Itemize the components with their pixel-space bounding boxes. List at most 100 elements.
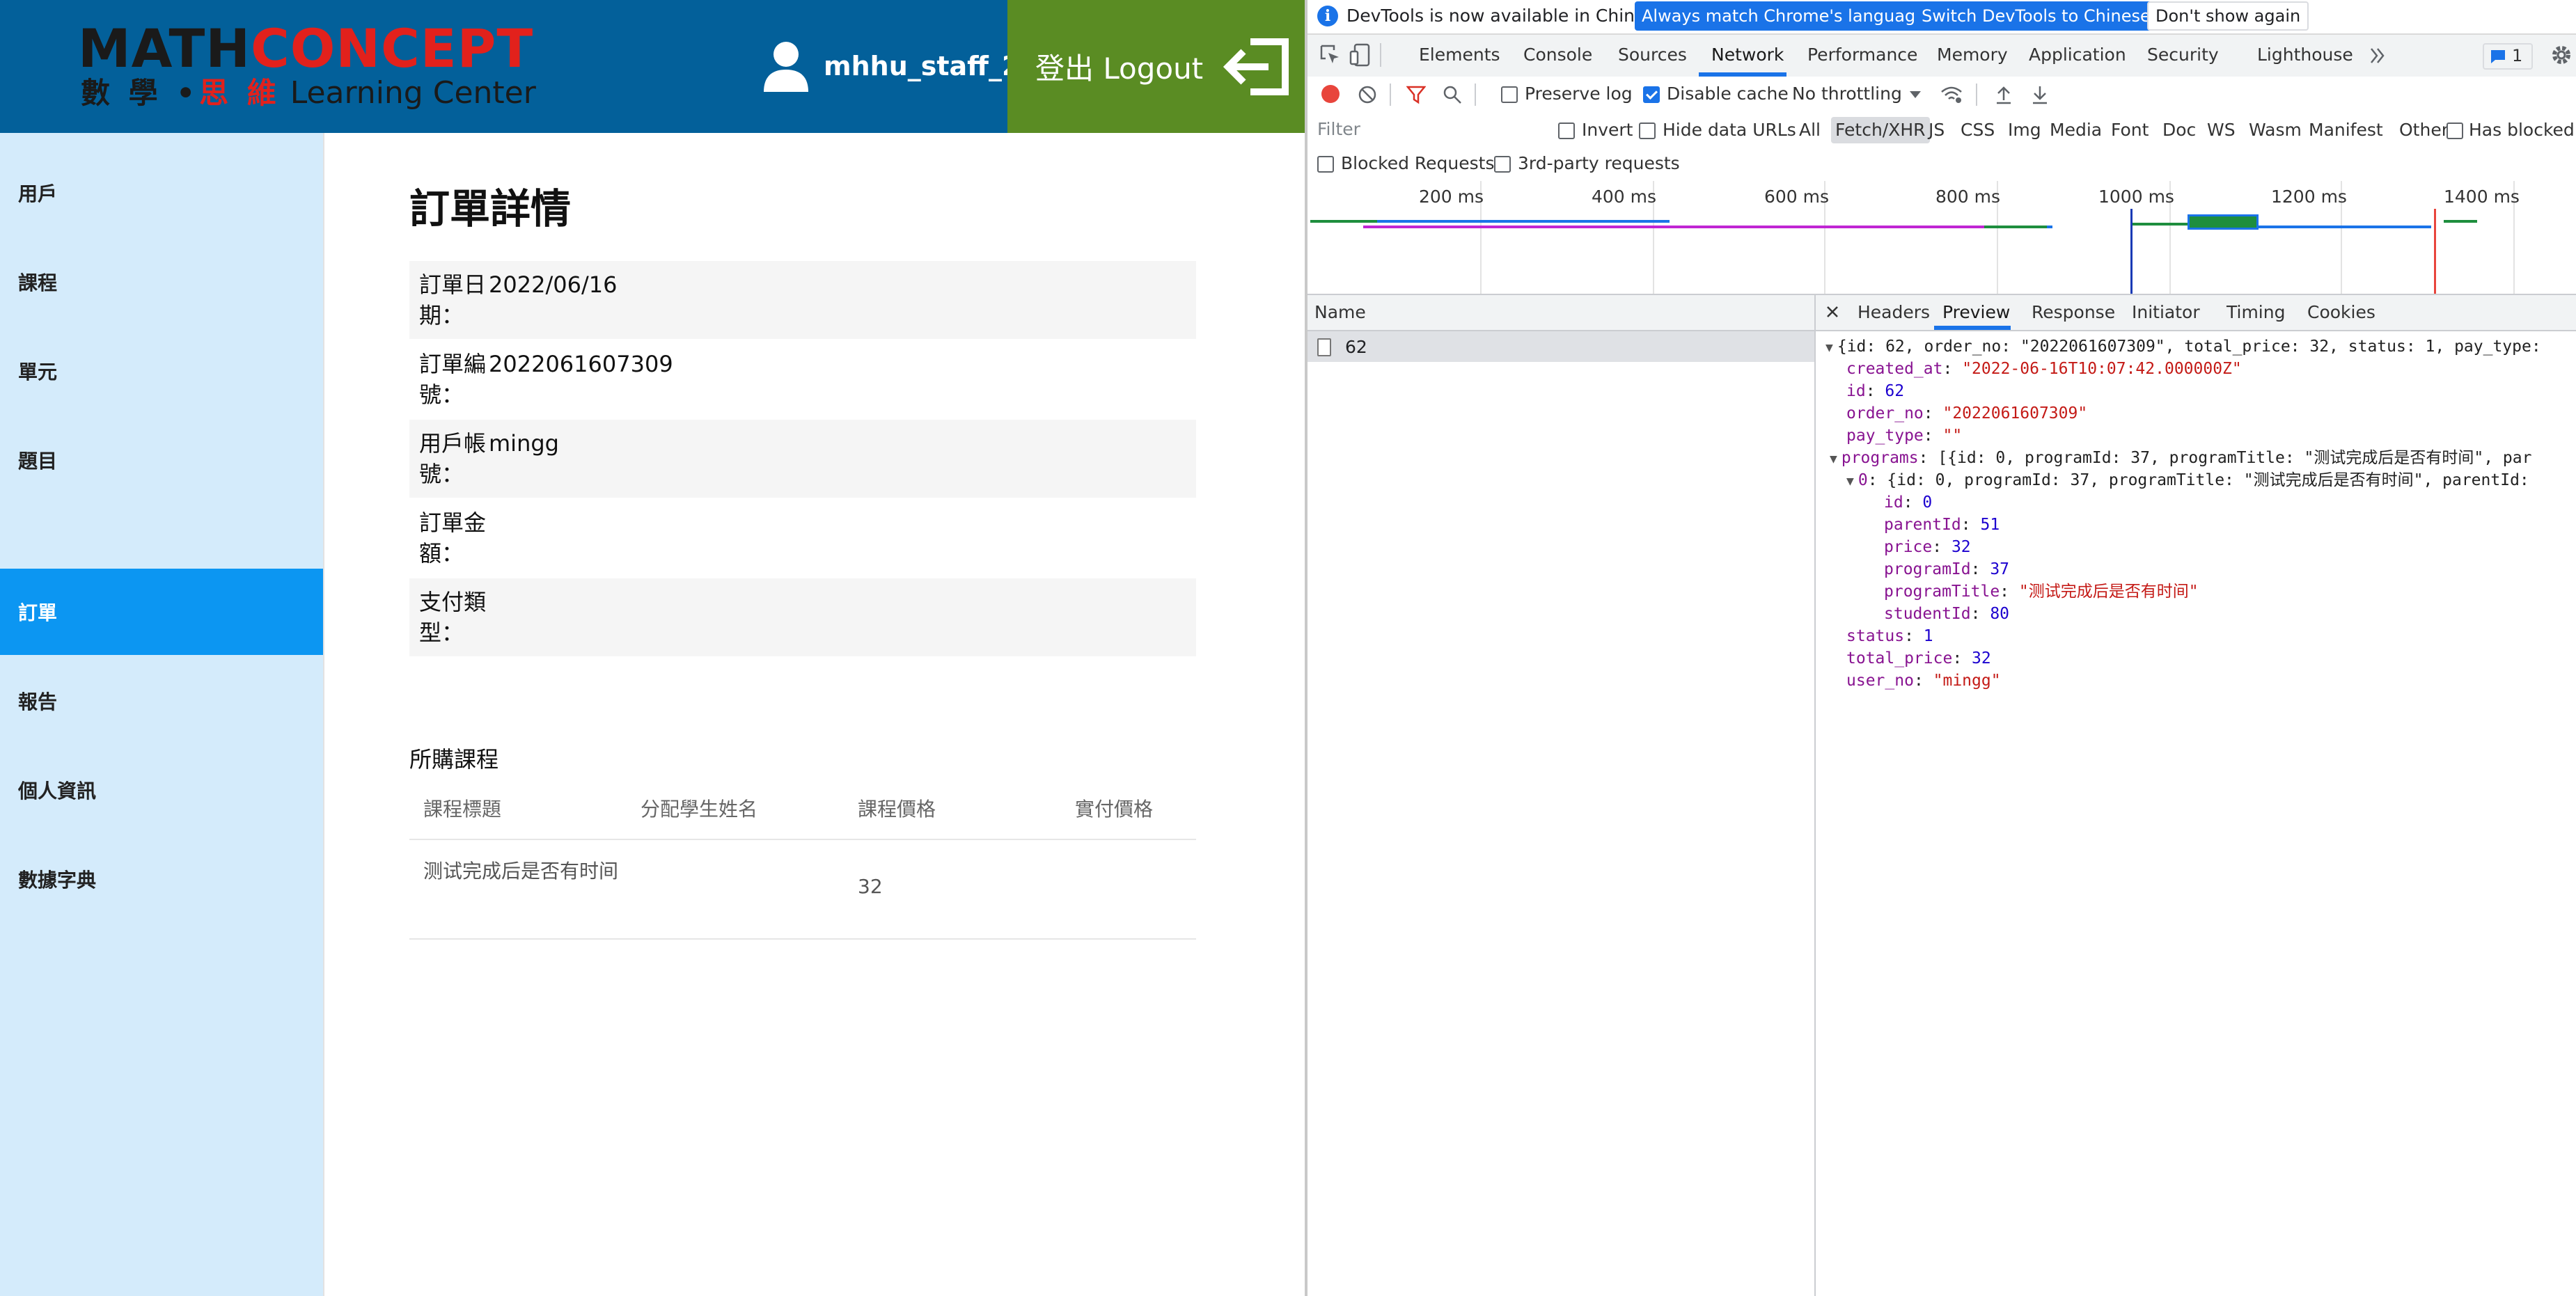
close-icon[interactable] <box>1825 305 1839 319</box>
sidebar-item-users[interactable]: 用戶 <box>0 150 323 236</box>
detail-tab-initiator[interactable]: Initiator <box>2132 302 2200 322</box>
tab-lighthouse[interactable]: Lighthouse <box>2257 45 2353 65</box>
switch-language-button[interactable]: Switch DevTools to Chinese <box>1915 1 2158 31</box>
clear-icon[interactable] <box>1358 85 1377 104</box>
detail-tab-headers[interactable]: Headers <box>1858 302 1930 322</box>
logout-button[interactable]: 登出 Logout <box>1007 0 1305 133</box>
field-value: 2022/06/16 <box>489 271 618 298</box>
disable-cache-label: Disable cache <box>1667 84 1789 104</box>
username-label: mhhu_staff_2 <box>824 51 1021 81</box>
detail-tab-preview[interactable]: Preview <box>1942 302 2010 322</box>
json-program-0[interactable]: ▼ 0: {id: 0, programId: 37, programTitle:… <box>1846 469 2529 491</box>
request-row[interactable]: 62 <box>1307 331 1814 362</box>
invert-label: Invert <box>1582 120 1633 140</box>
sidebar-item-courses[interactable]: 課程 <box>0 239 323 325</box>
throttling-select[interactable]: No throttling <box>1792 84 1902 104</box>
filter-type-font[interactable]: Font <box>2107 117 2153 143</box>
sidebar-item-orders[interactable]: 訂單 <box>0 569 323 655</box>
filter-type-media[interactable]: Media <box>2045 117 2106 143</box>
devtools-tab-bar: Elements Console Sources Network Perform… <box>1307 35 2576 78</box>
sidebar-item-questions[interactable]: 題目 <box>0 417 323 503</box>
tab-sources[interactable]: Sources <box>1618 45 1687 65</box>
field-label: 訂單日期： <box>419 271 487 329</box>
more-tabs-icon[interactable] <box>2370 47 2385 64</box>
detail-tab-response[interactable]: Response <box>2032 302 2115 322</box>
dont-show-again-button[interactable]: Don't show again <box>2147 1 2309 31</box>
sidebar-item-label: 報告 <box>18 690 58 713</box>
sidebar-item-profile[interactable]: 個人資訊 <box>0 747 323 833</box>
filter-type-all[interactable]: All <box>1795 117 1825 143</box>
request-list-header: Name <box>1307 295 1814 331</box>
filter-type-ws[interactable]: WS <box>2203 117 2240 143</box>
hide-data-urls-checkbox[interactable] <box>1639 123 1656 139</box>
settings-gear-icon[interactable] <box>2550 43 2573 67</box>
issues-badge[interactable]: 1 <box>2483 43 2533 70</box>
order-number-row: 訂單編號： 2022061607309 <box>409 340 1196 418</box>
timeline-bar <box>1310 220 1377 223</box>
sidebar-nav: 用戶 課程 單元 題目 訂單 報告 個人資訊 數據字典 <box>0 133 323 1296</box>
timeline-bar <box>1984 226 2047 228</box>
network-conditions-icon[interactable] <box>1940 85 1963 104</box>
logo-wordmark: MATHCONCEPT <box>78 19 533 78</box>
filter-type-doc[interactable]: Doc <box>2158 117 2200 143</box>
expand-triangle-icon: ▼ <box>1825 340 1833 355</box>
timeline-tick: 400 ms <box>1592 187 1657 207</box>
user-account[interactable]: mhhu_staff_2 <box>762 35 1020 97</box>
sidebar-item-dictionary[interactable]: 數據字典 <box>0 836 323 922</box>
detail-tab-cookies[interactable]: Cookies <box>2307 302 2375 322</box>
json-status: status: 1 <box>1846 627 1933 645</box>
math-concept-logo[interactable]: MATHCONCEPT 數 學 •思 維 Learning Center <box>78 19 536 117</box>
match-language-button[interactable]: Always match Chrome's language <box>1635 1 1933 31</box>
preserve-log-checkbox[interactable] <box>1501 86 1518 103</box>
filter-type-fetch-xhr[interactable]: Fetch/XHR <box>1831 117 1930 143</box>
tab-application[interactable]: Application <box>2029 45 2126 65</box>
disable-cache-checkbox[interactable] <box>1643 86 1660 103</box>
filter-type-img[interactable]: Img <box>2004 117 2045 143</box>
blocked-requests-label: Blocked Requests <box>1341 153 1495 173</box>
device-toolbar-icon[interactable] <box>1349 43 1372 67</box>
filter-type-other[interactable]: Other <box>2395 117 2453 143</box>
filter-input[interactable]: Filter <box>1314 117 1540 142</box>
logo-word-concept: CONCEPT <box>251 17 534 79</box>
name-column-header[interactable]: Name <box>1314 302 1366 322</box>
json-program-price: price: 32 <box>1884 538 1971 556</box>
tab-elements[interactable]: Elements <box>1419 45 1500 65</box>
json-programs[interactable]: ▼ programs: [{id: 0, programId: 37, progr… <box>1830 447 2531 469</box>
timeline-bar <box>2444 220 2477 223</box>
sidebar-item-label: 數據字典 <box>18 869 97 892</box>
dom-content-loaded-marker <box>2130 209 2133 294</box>
blocked-requests-checkbox[interactable] <box>1317 156 1334 173</box>
inspect-element-icon[interactable] <box>1320 45 1341 65</box>
toolbar-divider <box>1976 84 1977 106</box>
import-har-icon[interactable] <box>1995 85 2012 104</box>
json-root-summary[interactable]: ▼ {id: 62, order_no: "2022061607309", tot… <box>1825 335 2541 358</box>
detail-tab-timing[interactable]: Timing <box>2226 302 2285 322</box>
tab-console[interactable]: Console <box>1523 45 1592 65</box>
third-party-checkbox[interactable] <box>1494 156 1511 173</box>
filter-type-manifest[interactable]: Manifest <box>2304 117 2387 143</box>
record-icon[interactable] <box>1321 85 1340 103</box>
table-cell-price: 32 <box>858 875 883 898</box>
search-icon[interactable] <box>1443 85 1462 104</box>
logo-subtitle: 數 學 •思 維 Learning Center <box>81 74 536 113</box>
filter-type-wasm[interactable]: Wasm <box>2245 117 2306 143</box>
sidebar-item-reports[interactable]: 報告 <box>0 658 323 744</box>
tab-performance[interactable]: Performance <box>1807 45 1917 65</box>
tab-memory[interactable]: Memory <box>1937 45 2008 65</box>
timeline-tick: 800 ms <box>1935 187 2001 207</box>
filter-type-js[interactable]: JS <box>1924 117 1949 143</box>
json-user-no: user_no: "mingg" <box>1846 672 2001 690</box>
has-blocked-checkbox[interactable] <box>2447 123 2463 139</box>
filter-icon[interactable] <box>1406 85 1426 104</box>
sidebar-item-units[interactable]: 單元 <box>0 328 323 414</box>
invert-checkbox[interactable] <box>1558 123 1575 139</box>
tab-security[interactable]: Security <box>2147 45 2219 65</box>
sidebar-item-label: 用戶 <box>18 182 58 205</box>
network-overview-timeline[interactable]: 200 ms 400 ms 600 ms 800 ms 1000 ms 1200… <box>1307 181 2576 295</box>
main-content: 訂單詳情 訂單日期： 2022/06/16 訂單編號： 202206160730… <box>323 133 1306 1296</box>
json-program-title: programTitle: "测试完成后是否有时间" <box>1884 583 2199 601</box>
tab-network[interactable]: Network <box>1711 45 1784 65</box>
timeline-bar <box>1377 220 1670 223</box>
export-har-icon[interactable] <box>2032 85 2048 104</box>
filter-type-css[interactable]: CSS <box>1956 117 1999 143</box>
